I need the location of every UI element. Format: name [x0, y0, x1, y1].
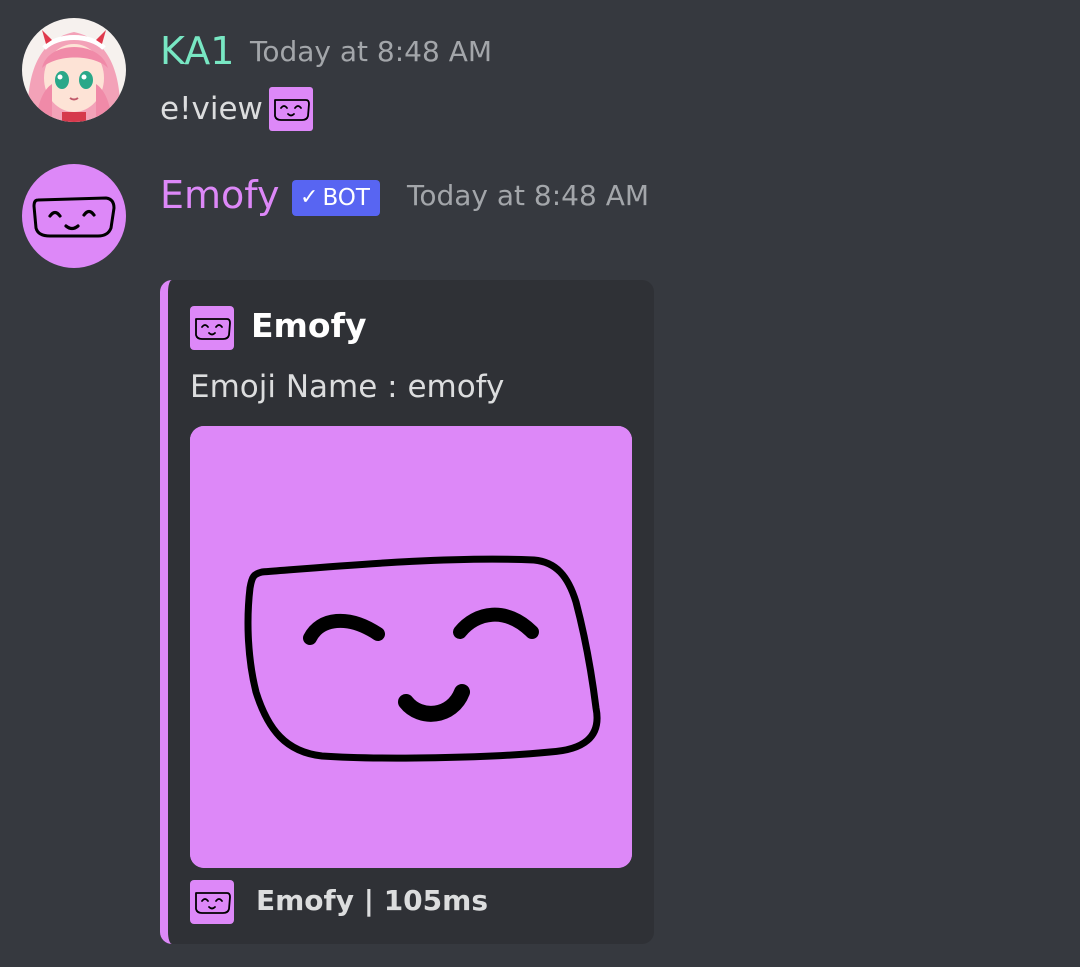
embed-description: Emoji Name : emofy [190, 369, 505, 405]
ka1-timestamp: Today at 8:48 AM [250, 35, 493, 68]
ka1-username[interactable]: KA1 [160, 32, 234, 70]
emofy-username[interactable]: Emofy [160, 176, 279, 214]
verified-check-icon: ✓ [300, 185, 319, 210]
emofy-emoji-icon[interactable] [269, 87, 313, 131]
emofy-avatar[interactable] [22, 164, 126, 268]
emofy-timestamp: Today at 8:48 AM [407, 179, 650, 212]
embed-author-icon [190, 306, 234, 350]
embed-author-name[interactable]: Emofy [251, 309, 366, 342]
embed-footer-text: Emofy | 105ms [256, 884, 488, 917]
embed-footer-icon [190, 880, 234, 924]
emofy-face-image[interactable] [190, 426, 632, 868]
bot-tag-label: BOT [322, 184, 370, 211]
ka1-avatar[interactable] [22, 18, 126, 122]
message-ka1: KA1 Today at 8:48 AM e!view [0, 0, 1080, 140]
ka1-message-text: e!view [160, 91, 263, 127]
bot-tag: ✓ BOT [292, 180, 380, 216]
emofy-face-icon [190, 426, 632, 868]
embed-card: Emofy Emoji Name : emofy Emofy | 105ms [160, 280, 654, 944]
anime-girl-avatar-icon [22, 18, 126, 122]
emofy-face-avatar-icon [22, 164, 126, 268]
